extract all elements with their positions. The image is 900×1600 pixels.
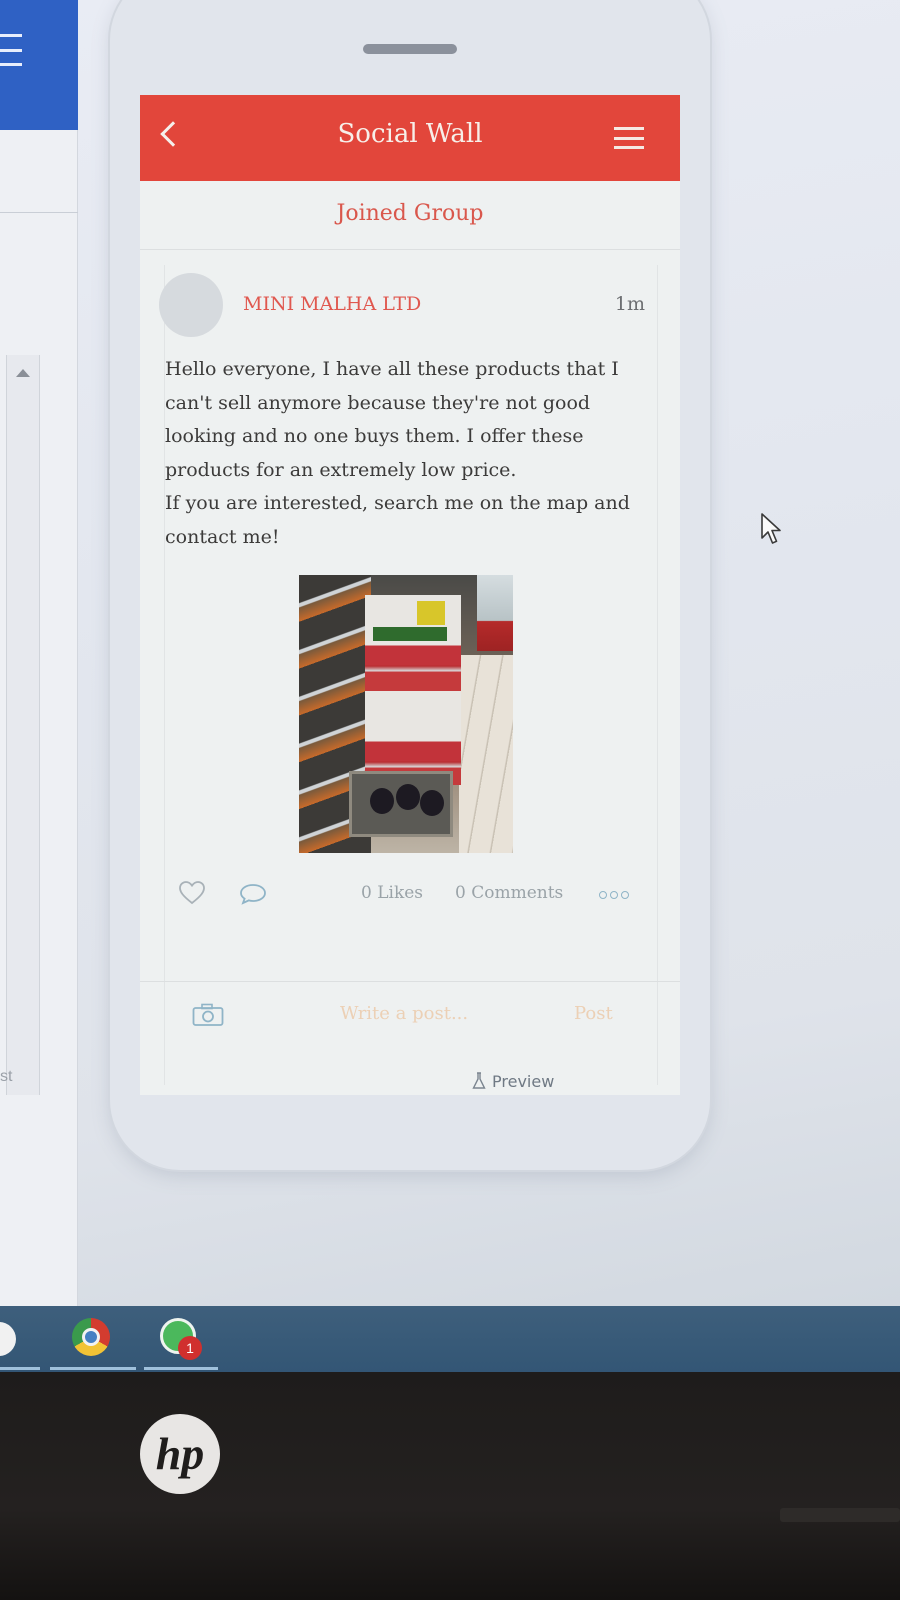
- write-post-input[interactable]: Write a post...: [340, 1003, 468, 1024]
- phone-speaker: [363, 44, 457, 54]
- comment-icon[interactable]: [239, 883, 267, 905]
- comments-count[interactable]: 0 Comments: [455, 883, 563, 903]
- image-eggplant: [420, 790, 444, 816]
- left-panel-cut-text: st: [0, 1068, 13, 1085]
- image-yellow-box: [417, 601, 445, 625]
- preview-button[interactable]: Preview: [472, 1068, 554, 1094]
- post-text: Hello everyone, I have all these product…: [165, 353, 641, 554]
- taskbar-item-edge[interactable]: [0, 1306, 40, 1372]
- cursor-icon: [761, 513, 781, 544]
- chrome-icon: [72, 1318, 110, 1356]
- avatar[interactable]: [159, 273, 223, 337]
- hp-logo: hp: [140, 1414, 220, 1494]
- image-crate-produce: [373, 627, 447, 641]
- post-author[interactable]: MINI MALHA LTD: [243, 293, 421, 315]
- laptop-bezel: [0, 1372, 900, 1600]
- post-text-line: looking and no one buys them. I offer th…: [165, 425, 584, 447]
- left-panel-divider: [0, 212, 78, 213]
- taskbar: 1: [0, 1306, 900, 1372]
- taskbar-item-chrome[interactable]: [50, 1306, 136, 1372]
- more-icon[interactable]: [599, 891, 629, 899]
- post-card: MINI MALHA LTD 1m Hello everyone, I have…: [159, 265, 658, 1085]
- post-text-line: If you are interested, search me on the …: [165, 492, 630, 514]
- laptop-vent: [780, 1508, 900, 1522]
- left-app-menu-icon[interactable]: [0, 34, 22, 66]
- post-text-line: products for an extremely low price.: [165, 458, 517, 481]
- image-fridge: [477, 575, 513, 651]
- preview-label: Preview: [492, 1071, 555, 1091]
- active-indicator: [144, 1367, 218, 1370]
- image-eggplant: [396, 784, 420, 810]
- monitor-screen: st Social Wall Joined Group MINI MALHA L…: [0, 0, 900, 1372]
- image-eggplant: [370, 788, 394, 814]
- scroll-up-arrow-icon[interactable]: [16, 369, 30, 377]
- likes-count[interactable]: 0 Likes: [361, 883, 423, 903]
- joined-group-label[interactable]: Joined Group: [140, 201, 680, 226]
- taskbar-item-whatsapp[interactable]: 1: [144, 1306, 218, 1372]
- camera-icon[interactable]: [192, 1003, 224, 1027]
- active-indicator: [50, 1367, 136, 1370]
- left-scrollbar[interactable]: [6, 355, 40, 1095]
- image-eggplant-box: [349, 771, 453, 837]
- post-text-line: Hello everyone, I have all these product…: [165, 358, 619, 380]
- post-time: 1m: [614, 293, 645, 315]
- post-actions: 0 Likes 0 Comments: [165, 877, 641, 913]
- image-floor: [459, 655, 513, 853]
- post-text-line: can't sell anymore because they're not g…: [165, 391, 591, 414]
- post-text-line: contact me!: [165, 525, 280, 548]
- phone-mockup: Social Wall Joined Group MINI MALHA LTD …: [110, 0, 710, 1170]
- app-screen: Social Wall Joined Group MINI MALHA LTD …: [140, 95, 680, 1095]
- left-app-header: [0, 0, 78, 130]
- heart-icon[interactable]: [179, 881, 205, 905]
- notification-badge: 1: [178, 1336, 202, 1360]
- post-button[interactable]: Post: [574, 1003, 613, 1024]
- browser-icon: [0, 1322, 16, 1356]
- image-crates: [365, 595, 461, 785]
- divider: [140, 981, 680, 982]
- divider: [140, 249, 680, 250]
- flask-icon: [472, 1072, 486, 1089]
- app-header: Social Wall: [140, 95, 680, 181]
- post-image[interactable]: [299, 575, 513, 853]
- menu-icon[interactable]: [614, 127, 644, 149]
- page-title: Social Wall: [337, 119, 483, 149]
- post-composer: Write a post... Post: [140, 995, 680, 1045]
- active-indicator: [0, 1367, 40, 1370]
